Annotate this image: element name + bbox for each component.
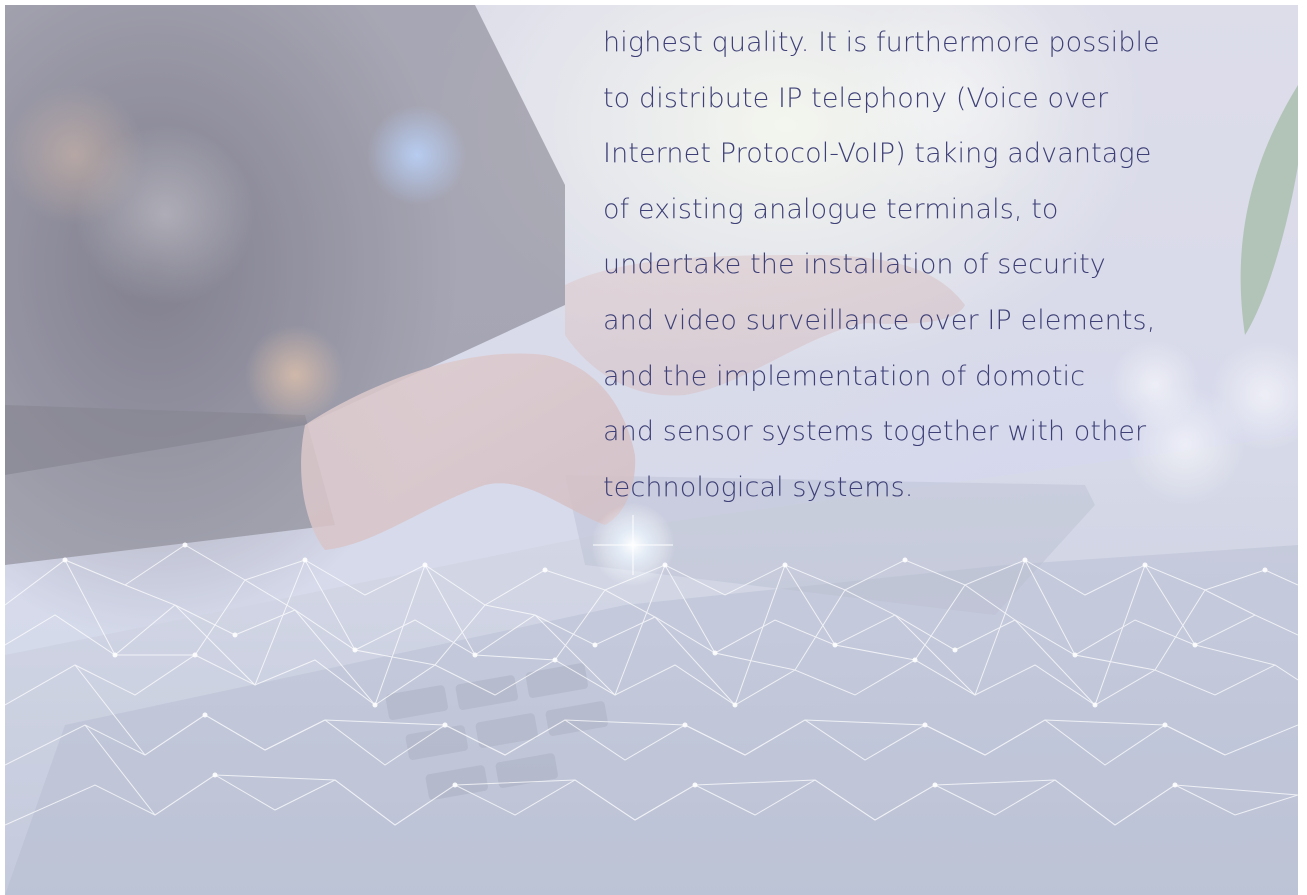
body-text-line: to distribute IP telephony (Voice over	[603, 82, 1109, 114]
page: highest quality. It is furthermore possi…	[0, 0, 1307, 895]
body-text-line: undertake the installation of security	[603, 249, 1106, 281]
body-text-line: and the implementation of domotic	[603, 360, 1086, 392]
body-text-line: and video surveillance over IP elements,	[603, 304, 1156, 336]
body-text-line: Internet Protocol-VoIP) taking advantage	[603, 138, 1152, 170]
body-text-line: of existing analogue terminals, to	[603, 193, 1059, 225]
body-text-line: and sensor systems together with other	[603, 416, 1147, 448]
body-text-line: technological systems.	[603, 471, 914, 503]
body-text-line: highest quality. It is furthermore possi…	[603, 27, 1160, 58]
hero-background-image: highest quality. It is furthermore possi…	[5, 5, 1298, 895]
body-text: highest quality. It is furthermore possi…	[603, 15, 1223, 515]
